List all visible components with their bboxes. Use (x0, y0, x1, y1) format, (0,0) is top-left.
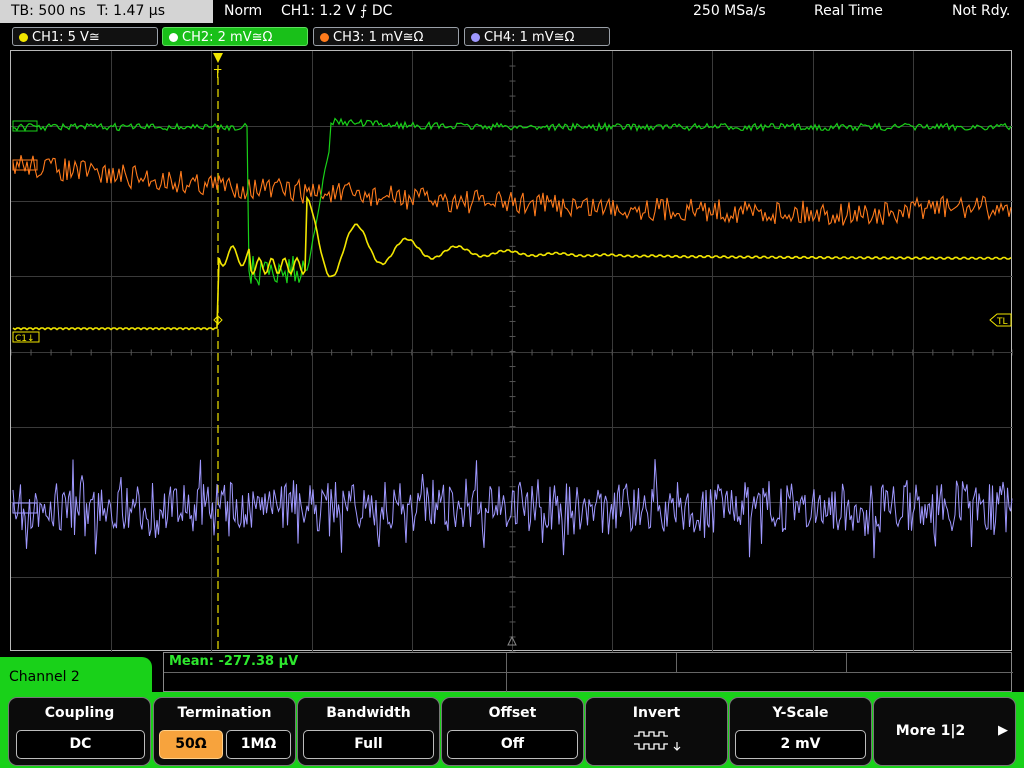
tab-ch4-label: CH4: 1 mV≅Ω (484, 30, 575, 45)
more-label: More 1|2 (895, 723, 966, 739)
menu-title-tab: Channel 2 (0, 657, 152, 697)
graticule (11, 51, 1013, 652)
trigger-mode[interactable]: Norm (224, 0, 262, 23)
ch1-dot-icon (19, 33, 28, 42)
waveform-canvas: T C1↓ TL (11, 51, 1013, 652)
yscale-value[interactable]: 2 mV (735, 730, 866, 759)
bandwidth-value[interactable]: Full (303, 730, 434, 759)
invert-title: Invert (632, 705, 681, 721)
ch2-dot-icon (169, 33, 178, 42)
sample-rate: 250 MSa/s (693, 3, 766, 19)
ch3-dot-icon (320, 33, 329, 42)
measurement-divider (676, 653, 677, 672)
termination-title: Termination (177, 705, 272, 721)
trigger-time-label: T: 1.47 µs (97, 3, 166, 19)
bandwidth-softkey[interactable]: Bandwidth Full (297, 697, 440, 766)
channel-tabs: CH1: 5 V≅ CH2: 2 mV≅Ω CH3: 1 mV≅Ω CH4: 1… (0, 26, 1024, 48)
waveform-display[interactable]: T C1↓ TL (10, 50, 1013, 652)
tab-ch1[interactable]: CH1: 5 V≅ (12, 27, 158, 46)
ch1-marker-label: C1↓ (15, 334, 35, 344)
measurement-divider (506, 653, 507, 693)
offset-value[interactable]: Off (447, 730, 578, 759)
tab-ch2[interactable]: CH2: 2 mV≅Ω (162, 27, 308, 46)
measurement-divider (846, 653, 847, 672)
next-arrow-icon: ▶ (998, 723, 1008, 738)
termination-50ohm-option[interactable]: 50Ω (159, 730, 223, 759)
measurement-panel: Mean: -277.38 µV (163, 652, 1013, 693)
timebase-box[interactable]: TB: 500 ns T: 1.47 µs (0, 0, 213, 23)
status-bar: TB: 500 ns T: 1.47 µs Norm CH1: 1.2 V ⨍ … (0, 0, 1024, 24)
invert-waveform-icon[interactable] (626, 730, 686, 759)
measurement-divider (164, 672, 1013, 673)
trigger-level-marker[interactable]: TL (989, 313, 1012, 327)
svg-text:T: T (213, 67, 222, 81)
yscale-title: Y-Scale (772, 705, 829, 721)
tab-ch1-label: CH1: 5 V≅ (32, 30, 100, 45)
coupling-value[interactable]: DC (16, 730, 145, 759)
mean-measurement: Mean: -277.38 µV (169, 654, 299, 669)
termination-softkey[interactable]: Termination 50Ω 1MΩ (153, 697, 296, 766)
trigger-info[interactable]: CH1: 1.2 V ⨍ DC (281, 0, 392, 23)
offset-softkey[interactable]: Offset Off (441, 697, 584, 766)
svg-text:TL: TL (996, 317, 1008, 327)
yscale-softkey[interactable]: Y-Scale 2 mV (729, 697, 872, 766)
tab-ch3-label: CH3: 1 mV≅Ω (333, 30, 424, 45)
acquisition-mode: Real Time (814, 3, 883, 19)
tab-ch4[interactable]: CH4: 1 mV≅Ω (464, 27, 610, 46)
tab-ch3[interactable]: CH3: 1 mV≅Ω (313, 27, 459, 46)
trigger-marker-icon[interactable]: T (213, 53, 223, 81)
coupling-softkey[interactable]: Coupling DC (8, 697, 151, 766)
offset-title: Offset (488, 705, 537, 721)
ch4-dot-icon (471, 33, 480, 42)
tab-ch2-label: CH2: 2 mV≅Ω (182, 30, 273, 45)
termination-1mohm-option[interactable]: 1MΩ (226, 730, 291, 759)
timebase-label: TB: 500 ns (11, 3, 86, 19)
invert-softkey[interactable]: Invert (585, 697, 728, 766)
menu-title: Channel 2 (9, 669, 80, 685)
bandwidth-title: Bandwidth (326, 705, 411, 721)
coupling-title: Coupling (44, 705, 115, 721)
more-softkey[interactable]: More 1|2 ▶ (873, 697, 1016, 766)
ready-state: Not Rdy. (952, 3, 1011, 19)
ch1-ground-marker[interactable]: C1↓ (12, 331, 40, 344)
